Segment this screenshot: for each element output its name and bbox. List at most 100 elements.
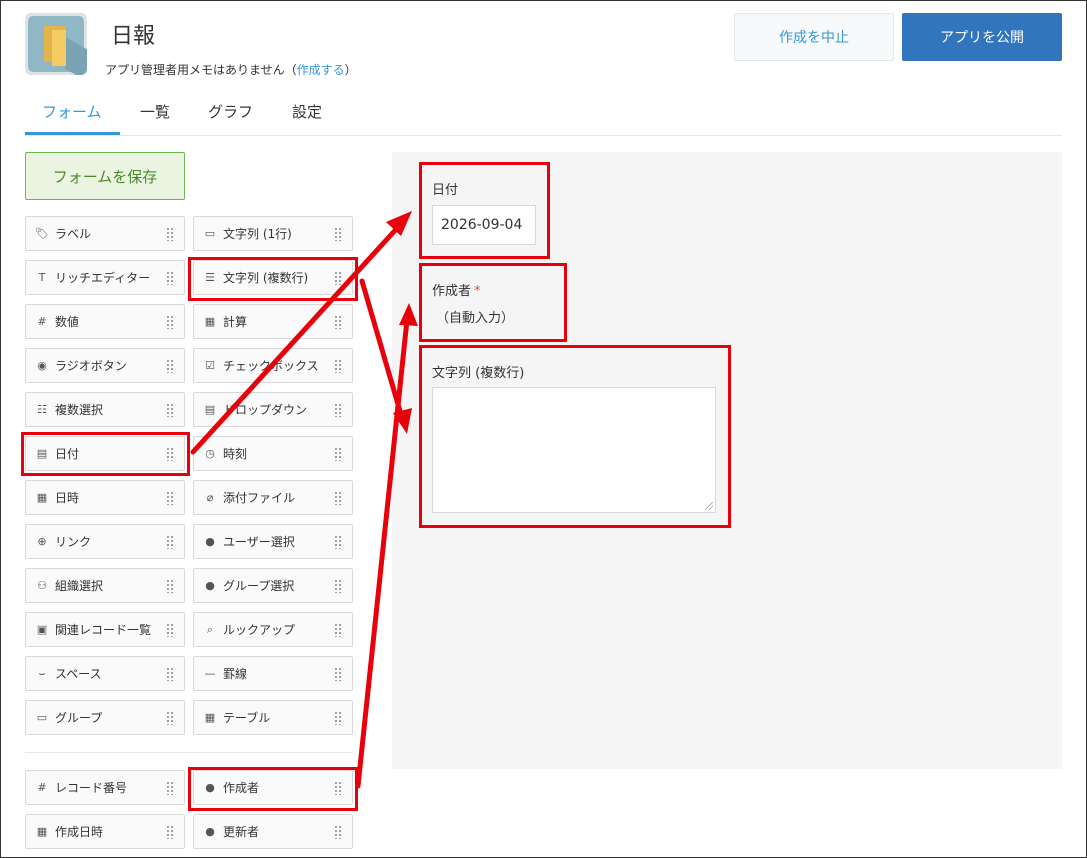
palette-item-label: 組織選択 xyxy=(55,579,104,593)
drag-handle-icon[interactable] xyxy=(166,623,174,637)
group-field-icon: ▭ xyxy=(36,711,48,724)
palette-item-label: グループ xyxy=(55,711,103,725)
drag-handle-icon[interactable] xyxy=(166,535,174,549)
palette-item-label: 時刻 xyxy=(223,447,248,461)
palette-item[interactable]: ▦ テーブル xyxy=(193,700,353,735)
drag-handle-icon[interactable] xyxy=(166,781,174,795)
cancel-button[interactable]: 作成を中止 xyxy=(734,13,894,61)
drag-handle-icon[interactable] xyxy=(334,667,342,681)
palette-item[interactable]: ▦ 計算 xyxy=(193,304,353,339)
drag-handle-icon[interactable] xyxy=(166,403,174,417)
drag-handle-icon[interactable] xyxy=(166,227,174,241)
date-field-input[interactable]: 2026-09-04 xyxy=(432,205,536,245)
date-field-label: 日付 xyxy=(432,183,459,198)
drag-handle-icon[interactable] xyxy=(334,359,342,373)
palette-item[interactable]: ● 更新者 xyxy=(193,814,353,849)
palette-item-label: ラジオボタン xyxy=(55,359,127,373)
palette-item-label: スペース xyxy=(55,667,102,681)
palette-item[interactable]: ● ユーザー選択 xyxy=(193,524,353,559)
multi-line-text-icon: ☰ xyxy=(205,271,215,284)
datetime-icon: ▦ xyxy=(36,825,48,838)
palette-item-label: ユーザー選択 xyxy=(223,535,295,549)
space-icon: ⌣ xyxy=(38,666,46,680)
palette-item[interactable]: ⚇ 組織選択 xyxy=(25,568,185,603)
drag-handle-icon[interactable] xyxy=(166,447,174,461)
active-tab-indicator xyxy=(25,132,120,135)
single-line-text-icon: ▭ xyxy=(204,227,216,240)
tab-form[interactable]: フォーム xyxy=(42,101,102,122)
palette-item-label: 文字列 (1行) xyxy=(223,227,292,241)
rich-text-icon: T xyxy=(38,271,46,284)
drag-handle-icon[interactable] xyxy=(334,271,342,285)
palette-item[interactable]: ▦ 日時 xyxy=(25,480,185,515)
publish-button[interactable]: アプリを公開 xyxy=(902,13,1062,61)
palette-item[interactable]: ● グループ選択 xyxy=(193,568,353,603)
drag-handle-icon[interactable] xyxy=(334,227,342,241)
user-icon: ● xyxy=(205,825,215,838)
drag-handle-icon[interactable] xyxy=(166,271,174,285)
palette-item[interactable]: — 罫線 xyxy=(193,656,353,691)
drag-handle-icon[interactable] xyxy=(166,711,174,725)
palette-item[interactable]: ◷ 時刻 xyxy=(193,436,353,471)
palette-item[interactable]: ☷ 複数選択 xyxy=(25,392,185,427)
palette-item-label: チェックボックス xyxy=(223,359,319,373)
palette-item-label: 数値 xyxy=(55,315,80,329)
palette-item[interactable]: ☰ 文字列 (複数行) xyxy=(193,260,353,295)
table-icon: ▦ xyxy=(204,711,216,724)
tab-settings[interactable]: 設定 xyxy=(292,101,322,122)
palette-item[interactable]: ▭ 文字列 (1行) xyxy=(193,216,353,251)
dropdown-icon: ▤ xyxy=(204,403,216,416)
palette-item[interactable]: ◉ ラジオボタン xyxy=(25,348,185,383)
drag-handle-icon[interactable] xyxy=(334,781,342,795)
drag-handle-icon[interactable] xyxy=(166,825,174,839)
palette-item[interactable]: # レコード番号 xyxy=(25,770,185,805)
user-icon: ● xyxy=(205,781,215,794)
drag-handle-icon[interactable] xyxy=(334,315,342,329)
drag-handle-icon[interactable] xyxy=(166,359,174,373)
palette-item[interactable]: ▤ 日付 xyxy=(25,436,185,471)
palette-item[interactable]: ● 作成者 xyxy=(193,770,353,805)
palette-item[interactable]: ▭ グループ xyxy=(25,700,185,735)
palette-item[interactable]: ⌕ ルックアップ xyxy=(193,612,353,647)
tab-list[interactable]: 一覧 xyxy=(140,101,170,122)
palette-item[interactable]: T リッチエディター xyxy=(25,260,185,295)
palette-item[interactable]: ⌣ スペース xyxy=(25,656,185,691)
admin-memo: アプリ管理者用メモはありません（作成する） xyxy=(105,63,357,77)
tag-icon: 🏷 xyxy=(35,227,49,240)
org-icon: ⚇ xyxy=(37,579,47,592)
drag-handle-icon[interactable] xyxy=(334,403,342,417)
create-memo-link[interactable]: 作成する xyxy=(297,63,345,77)
palette-item[interactable]: ▦ 作成日時 xyxy=(25,814,185,849)
drag-handle-icon[interactable] xyxy=(166,491,174,505)
palette-item[interactable]: ☑ チェックボックス xyxy=(193,348,353,383)
drag-handle-icon[interactable] xyxy=(334,579,342,593)
users-icon: ● xyxy=(205,579,215,592)
palette-item[interactable]: ⌀ 添付ファイル xyxy=(193,480,353,515)
drag-handle-icon[interactable] xyxy=(334,447,342,461)
globe-icon: ⊕ xyxy=(37,535,47,548)
drag-handle-icon[interactable] xyxy=(334,711,342,725)
drag-handle-icon[interactable] xyxy=(334,491,342,505)
drag-handle-icon[interactable] xyxy=(166,579,174,593)
multi-select-icon: ☷ xyxy=(37,403,47,416)
save-form-button[interactable]: フォームを保存 xyxy=(25,152,185,200)
drag-handle-icon[interactable] xyxy=(334,825,342,839)
palette-item-label: 罫線 xyxy=(223,667,248,681)
palette-item-label: 更新者 xyxy=(223,825,260,839)
palette-item[interactable]: ⊕ リンク xyxy=(25,524,185,559)
app-icon xyxy=(25,13,87,75)
drag-handle-icon[interactable] xyxy=(334,535,342,549)
palette-item[interactable]: ▣ 関連レコード一覧 xyxy=(25,612,185,647)
palette-item[interactable]: # 数値 xyxy=(25,304,185,339)
palette-item[interactable]: 🏷 ラベル xyxy=(25,216,185,251)
palette-item[interactable]: ▤ ドロップダウン xyxy=(193,392,353,427)
multiline-text-area[interactable] xyxy=(432,387,716,513)
related-records-icon: ▣ xyxy=(36,623,48,636)
tab-graph[interactable]: グラフ xyxy=(208,101,253,122)
drag-handle-icon[interactable] xyxy=(334,623,342,637)
drag-handle-icon[interactable] xyxy=(166,315,174,329)
palette-item-label: リッチエディター xyxy=(55,271,151,285)
drag-handle-icon[interactable] xyxy=(166,667,174,681)
palette-item-label: 添付ファイル xyxy=(223,491,296,505)
resize-handle-icon[interactable] xyxy=(705,502,713,510)
